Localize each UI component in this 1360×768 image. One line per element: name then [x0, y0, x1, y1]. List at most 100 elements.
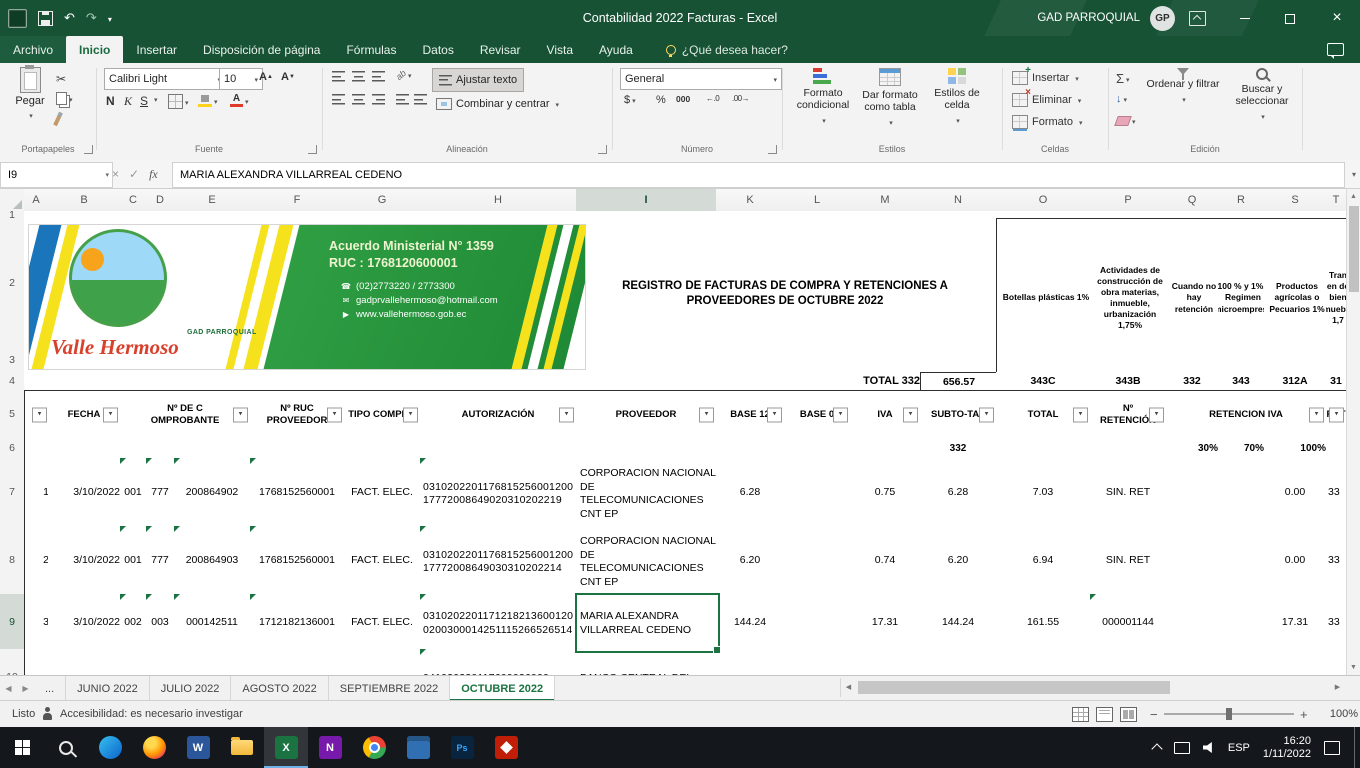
cell-I9[interactable]: MARIA ALEXANDRA VILLARREAL CEDENO — [576, 594, 725, 654]
cell-R10[interactable] — [1218, 649, 1265, 675]
column-header-D[interactable]: D — [146, 189, 175, 212]
comments-icon[interactable] — [1327, 43, 1344, 56]
zoom-out-button[interactable]: − — [1150, 707, 1158, 722]
cell-Q9[interactable] — [1166, 594, 1219, 650]
clear-button[interactable] — [1116, 115, 1136, 127]
filter-button[interactable]: ▾ — [1329, 408, 1344, 423]
cut-button[interactable] — [56, 72, 66, 86]
align-left-button[interactable] — [332, 94, 345, 105]
column-header-O[interactable]: O — [996, 189, 1091, 212]
comma-style-button[interactable]: 000 — [676, 94, 690, 104]
cell-H10[interactable]: 041020220117600026000 — [420, 649, 583, 675]
cell-S8[interactable]: 0.00 — [1264, 526, 1327, 595]
enter-icon[interactable]: ✓ — [129, 167, 139, 181]
normal-view-button[interactable] — [1072, 707, 1089, 722]
table-header-M[interactable]: IVA▾ — [850, 390, 921, 440]
hidden-icons-chevron[interactable] — [1151, 743, 1162, 754]
tab-disposicion[interactable]: Disposición de página — [190, 36, 333, 63]
increase-decimal-button[interactable]: ←.0 — [706, 94, 719, 103]
increase-indent-button[interactable] — [414, 94, 427, 105]
alignment-dialog-launcher[interactable] — [598, 145, 607, 154]
table-header-T[interactable]: RET▾ — [1326, 390, 1347, 440]
filter-button[interactable]: ▾ — [559, 408, 574, 423]
row-header-10[interactable]: 10 — [0, 649, 25, 675]
scroll-up-arrow[interactable] — [1347, 189, 1360, 204]
paste-dropdown[interactable] — [27, 109, 33, 121]
column-header-S[interactable]: S — [1264, 189, 1327, 212]
percent-style-button[interactable]: % — [656, 94, 666, 106]
cell-L7[interactable] — [784, 458, 851, 527]
table-header-L[interactable]: BASE 0▾ — [784, 390, 851, 440]
merge-center-button[interactable]: Combinar y centrar — [432, 94, 563, 114]
page-break-view-button[interactable] — [1120, 707, 1137, 722]
cell-M7[interactable]: 0.75 — [850, 458, 921, 527]
total-cell-T[interactable]: 31 — [1326, 372, 1347, 390]
fill-handle[interactable] — [713, 646, 721, 654]
cell-N8[interactable]: 6.20 — [920, 526, 997, 595]
underline-button[interactable]: S — [140, 94, 148, 108]
cell-D8[interactable]: 777 — [146, 526, 175, 595]
total-cell-P[interactable]: 343B — [1090, 372, 1167, 390]
cell-E9[interactable]: 000142511 — [174, 594, 251, 650]
cell-O7[interactable]: 7.03 — [996, 458, 1091, 527]
cell-L10[interactable] — [784, 649, 851, 675]
number-dialog-launcher[interactable] — [768, 145, 777, 154]
total-cell-S[interactable]: 312A — [1264, 372, 1327, 390]
table-header-Q[interactable]: RETENCION IVA▾ — [1166, 390, 1327, 440]
filter-button[interactable]: ▾ — [233, 408, 248, 423]
firefox-icon[interactable] — [132, 727, 176, 768]
cell-D9[interactable]: 003 — [146, 594, 175, 650]
zoom-slider-thumb[interactable] — [1226, 708, 1232, 720]
cell-I8[interactable]: CORPORACION NACIONAL DE TELECOMUNICACION… — [576, 526, 725, 599]
top-header-R[interactable]: 100 % y 1%.- Regimen microempresa — [1218, 218, 1269, 378]
increase-font-button[interactable]: A▲ — [259, 71, 273, 83]
taskbar-search-button[interactable] — [44, 727, 88, 768]
tab-archivo[interactable]: Archivo — [0, 36, 66, 63]
column-header-A[interactable]: A — [24, 189, 49, 212]
column-header-P[interactable]: P — [1090, 189, 1167, 212]
column-header-R[interactable]: R — [1218, 189, 1265, 212]
subheader-cell-I[interactable] — [576, 438, 717, 459]
orientation-button[interactable]: ab — [396, 69, 412, 81]
cell-O10[interactable] — [996, 649, 1091, 675]
cell-R7[interactable] — [1218, 458, 1265, 527]
tab-datos[interactable]: Datos — [409, 36, 466, 63]
filter-button[interactable]: ▾ — [979, 408, 994, 423]
table-header-A[interactable]: ▾ — [24, 390, 50, 440]
cell-O8[interactable]: 6.94 — [996, 526, 1091, 595]
autosum-button[interactable]: Σ — [1116, 71, 1130, 86]
cell-F10[interactable] — [250, 649, 345, 675]
grid-cell[interactable] — [146, 372, 175, 391]
table-header-O[interactable]: TOTAL▾ — [996, 390, 1091, 440]
find-select-button[interactable]: Buscar y seleccionar — [1224, 68, 1300, 124]
table-header-K[interactable]: BASE 12▾ — [716, 390, 785, 440]
zoom-slider[interactable] — [1164, 713, 1294, 715]
cell-B8[interactable]: 3/10/2022 — [48, 526, 126, 595]
sheet-nav-right-icon[interactable]: ▶ — [17, 676, 34, 701]
avatar[interactable]: GP — [1150, 6, 1175, 31]
subheader-cell-R[interactable]: 70% — [1218, 438, 1268, 459]
cell-S9[interactable]: 17.31 — [1264, 594, 1327, 650]
row-header-9[interactable]: 9 — [0, 594, 26, 650]
sheet-tab-septiembre[interactable]: SEPTIEMBRE 2022 — [329, 676, 450, 701]
font-name-combo[interactable]: Calibri Light — [104, 68, 226, 90]
total-cell-O[interactable]: 343C — [996, 372, 1091, 390]
cell-K10[interactable] — [716, 649, 785, 675]
scroll-down-arrow[interactable] — [1347, 660, 1360, 675]
grid-cell[interactable] — [784, 348, 851, 373]
cell-Q10[interactable] — [1166, 649, 1219, 675]
filter-button[interactable]: ▾ — [767, 408, 782, 423]
clipboard-dialog-launcher[interactable] — [84, 145, 93, 154]
total-cell-N[interactable]: 656.57 — [920, 372, 998, 391]
display-icon[interactable] — [1174, 742, 1190, 754]
calculator-icon[interactable] — [396, 727, 440, 768]
filter-button[interactable]: ▾ — [327, 408, 342, 423]
subheader-cell-M[interactable] — [850, 438, 921, 459]
cell-K9[interactable]: 144.24 — [716, 594, 785, 650]
minimize-button[interactable] — [1222, 0, 1268, 36]
filter-button[interactable]: ▾ — [1073, 408, 1088, 423]
column-header-H[interactable]: H — [420, 189, 577, 212]
tell-me-search[interactable]: ¿Qué desea hacer? — [666, 36, 788, 63]
font-size-combo[interactable]: 10 — [219, 68, 263, 90]
column-header-E[interactable]: E — [174, 189, 251, 212]
